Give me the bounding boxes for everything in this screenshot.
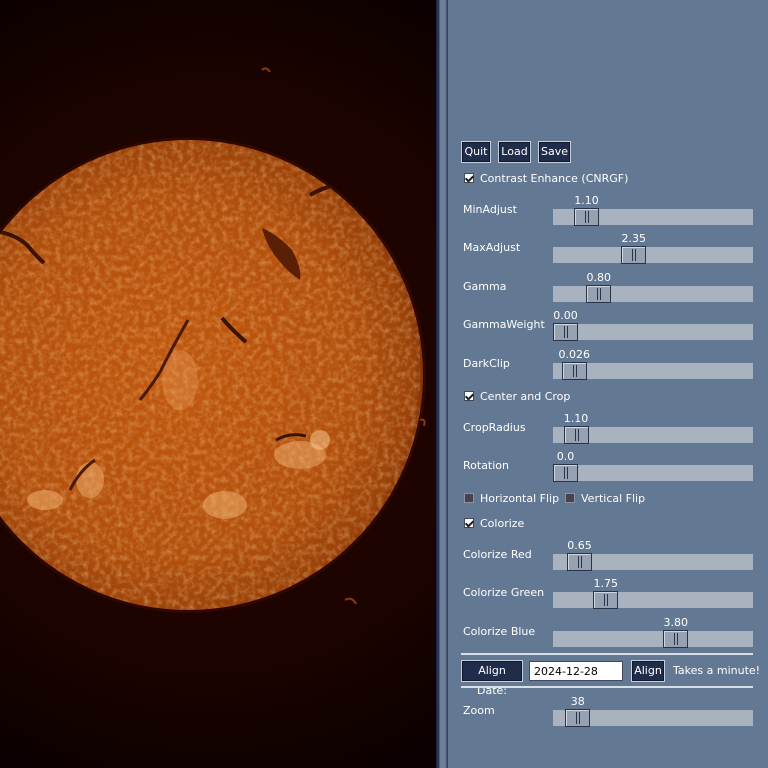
center-crop-checkbox[interactable]: Center and Crop — [464, 388, 570, 404]
rotation-thumb[interactable] — [553, 464, 578, 482]
crop-radius-value: 1.10 — [563, 412, 589, 425]
dark-clip-thumb[interactable] — [561, 362, 587, 380]
vertical-flip-checkbox[interactable]: Vertical Flip — [565, 490, 645, 506]
gamma-label: Gamma — [463, 280, 507, 293]
crop-radius-thumb[interactable] — [563, 426, 589, 444]
gamma-weight-track[interactable] — [553, 323, 753, 341]
rotation-label: Rotation — [463, 459, 510, 472]
colorize-blue-value: 3.80 — [663, 616, 689, 629]
dark-clip-track[interactable] — [553, 362, 753, 380]
crop-radius-track[interactable] — [553, 426, 753, 444]
max-adjust-track[interactable] — [553, 246, 753, 264]
center-crop-label: Center and Crop — [480, 389, 571, 403]
gamma-value: 0.80 — [586, 271, 612, 284]
vertical-flip-label: Vertical Flip — [581, 491, 646, 505]
panel-divider[interactable] — [436, 0, 448, 768]
dark-clip-label: DarkClip — [463, 357, 510, 370]
align-date-input[interactable] — [529, 661, 623, 681]
min-adjust-label: MinAdjust — [463, 203, 517, 216]
gamma-weight-label: GammaWeight — [463, 318, 545, 331]
dark-clip-value: 0.026 — [558, 348, 591, 361]
min-adjust-track[interactable] — [553, 208, 753, 226]
control-panel: Quit Load Save Contrast Enhance (CNRGF) … — [448, 0, 768, 768]
colorize-checkbox[interactable]: Colorize — [464, 515, 524, 531]
sun-image — [0, 67, 426, 613]
contrast-enhance-checkbox[interactable]: Contrast Enhance (CNRGF) — [464, 170, 628, 186]
contrast-enhance-label: Contrast Enhance (CNRGF) — [480, 171, 629, 185]
gamma-track[interactable] — [553, 285, 753, 303]
align-button[interactable]: Align — [631, 660, 665, 682]
gamma-weight-thumb[interactable] — [553, 323, 578, 341]
horizontal-flip-checkbox[interactable]: Horizontal Flip — [464, 490, 559, 506]
zoom-thumb[interactable] — [565, 709, 591, 727]
colorize-red-thumb[interactable] — [567, 553, 592, 571]
colorize-red-track[interactable] — [553, 553, 753, 571]
max-adjust-thumb[interactable] — [621, 246, 647, 264]
colorize-blue-thumb[interactable] — [663, 630, 689, 648]
colorize-green-value: 1.75 — [593, 577, 619, 590]
rotation-track[interactable] — [553, 464, 753, 482]
max-adjust-value: 2.35 — [621, 232, 647, 245]
checkbox-box[interactable] — [464, 518, 474, 528]
colorize-green-thumb[interactable] — [593, 591, 619, 609]
crop-radius-label: CropRadius — [463, 421, 526, 434]
checkbox-box[interactable] — [464, 493, 474, 503]
horizontal-flip-label: Horizontal Flip — [480, 491, 560, 505]
solar-image-viewer[interactable] — [0, 0, 436, 768]
checkbox-box[interactable] — [464, 173, 474, 183]
save-button[interactable]: Save — [538, 141, 571, 163]
min-adjust-thumb[interactable] — [574, 208, 599, 226]
gamma-weight-value: 0.00 — [553, 309, 578, 322]
zoom-track[interactable] — [553, 709, 753, 727]
colorize-blue-label: Colorize Blue — [463, 625, 536, 638]
colorize-red-label: Colorize Red — [463, 548, 532, 561]
colorize-green-label: Colorize Green — [463, 586, 545, 599]
colorize-green-track[interactable] — [553, 591, 753, 609]
checkbox-box[interactable] — [565, 493, 575, 503]
separator — [461, 653, 753, 655]
zoom-label: Zoom — [463, 704, 495, 717]
quit-button[interactable]: Quit — [461, 141, 491, 163]
gamma-thumb[interactable] — [586, 285, 612, 303]
max-adjust-label: MaxAdjust — [463, 241, 521, 254]
zoom-value: 38 — [570, 695, 585, 708]
align-date-button[interactable]: Align Date: — [461, 660, 523, 697]
rotation-value: 0.0 — [556, 450, 575, 463]
align-note: Takes a minute! — [673, 664, 761, 677]
colorize-label: Colorize — [480, 516, 525, 530]
colorize-blue-track[interactable] — [553, 630, 753, 648]
min-adjust-value: 1.10 — [574, 194, 599, 207]
separator — [461, 686, 753, 688]
load-button[interactable]: Load — [498, 141, 531, 163]
colorize-red-value: 0.65 — [567, 539, 592, 552]
checkbox-box[interactable] — [464, 391, 474, 401]
